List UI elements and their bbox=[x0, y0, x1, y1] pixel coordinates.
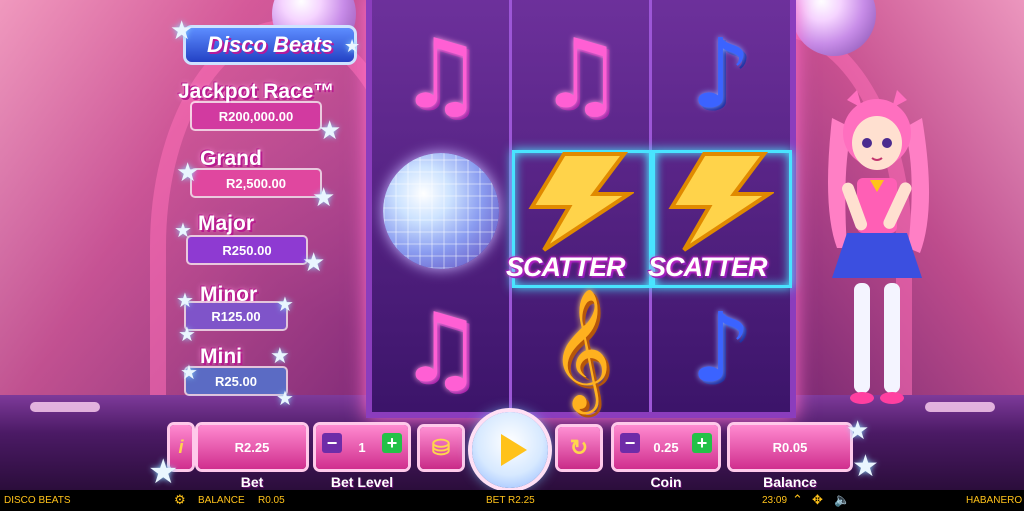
symbol-blue-note: ♪ bbox=[690, 17, 752, 130]
bet-level-plus-button[interactable]: + bbox=[382, 433, 402, 453]
game-logo-text: Disco Beats bbox=[207, 32, 333, 57]
bet-value: R2.25 bbox=[234, 439, 270, 455]
bet-level-label: Bet Level bbox=[330, 474, 394, 490]
bet-level-control: − 1 + bbox=[316, 425, 408, 469]
stage-light bbox=[30, 402, 100, 412]
bet-label: Bet bbox=[240, 474, 264, 490]
status-clock: 23:09 bbox=[762, 495, 788, 506]
symbol-pink-note: ♫ bbox=[397, 17, 485, 130]
scatter-label: SCATTER bbox=[648, 252, 767, 282]
sparkle-star-icon: ★ bbox=[302, 248, 326, 278]
status-bar: DISCO BEATS ⚙ BALANCE R0.05 BET R2.25 23… bbox=[0, 490, 1024, 511]
bet-display: R2.25 bbox=[198, 425, 306, 469]
balance-display: R0.05 bbox=[730, 425, 850, 469]
jackpot-mini-title: Mini bbox=[200, 345, 242, 368]
status-bet: BET R2.25 bbox=[486, 495, 535, 506]
coin-value: 0.25 bbox=[653, 439, 679, 455]
coin-minus-button[interactable]: − bbox=[620, 433, 640, 453]
status-game-name: DISCO BEATS bbox=[4, 495, 71, 506]
status-balance-label: BALANCE bbox=[198, 495, 245, 506]
symbol-pink-note: ♫ bbox=[397, 291, 485, 404]
coin-control: − 0.25 + bbox=[614, 425, 718, 469]
sparkle-star-icon: ★ bbox=[148, 452, 179, 492]
sparkle-star-icon: ★ bbox=[852, 449, 879, 484]
spin-button[interactable] bbox=[472, 412, 548, 488]
game-scene: ♫ ♫ ♫ 𝄞 ♪ ♪ SCATTER SCATTER Disco Beats … bbox=[0, 0, 1024, 511]
sparkle-star-icon: ★ bbox=[276, 386, 294, 410]
sparkle-star-icon: ★ bbox=[846, 416, 870, 446]
sparkle-star-icon: ★ bbox=[170, 16, 194, 46]
disco-girl-character bbox=[828, 90, 930, 404]
jackpot-mini-amount: R25.00 bbox=[186, 368, 286, 394]
status-balance-value: R0.05 bbox=[258, 495, 285, 506]
bet-level-value: 1 bbox=[358, 439, 366, 455]
refresh-icon: ↻ bbox=[569, 435, 589, 460]
play-triangle-icon bbox=[501, 434, 527, 466]
symbol-treble-clef: 𝄞 bbox=[550, 286, 612, 409]
refresh-button[interactable]: ↻ bbox=[558, 427, 600, 469]
reel-area: ♫ ♫ ♫ 𝄞 ♪ ♪ bbox=[372, 0, 792, 412]
scatter-bolt-icon bbox=[668, 152, 774, 252]
fullscreen-icon[interactable]: ✥ bbox=[812, 493, 823, 508]
autoplay-coins-button[interactable]: ⛁ bbox=[420, 427, 462, 469]
symbol-pink-note: ♫ bbox=[537, 17, 625, 130]
coin-plus-button[interactable]: + bbox=[692, 433, 712, 453]
chevron-up-icon[interactable]: ⌃ bbox=[792, 493, 803, 508]
sparkle-star-icon: ★ bbox=[180, 360, 198, 384]
sparkle-star-icon: ★ bbox=[312, 183, 336, 213]
sparkle-star-icon: ★ bbox=[178, 322, 196, 346]
jackpot-grand-amount: R2,500.00 bbox=[192, 170, 320, 196]
sound-icon[interactable]: 🔈 bbox=[834, 493, 850, 508]
status-provider: HABANERO bbox=[966, 495, 1023, 506]
bet-level-minus-button[interactable]: − bbox=[322, 433, 342, 453]
jackpot-race-title: Jackpot Race™ bbox=[178, 80, 335, 103]
game-logo: Disco Beats bbox=[186, 28, 354, 62]
jackpot-minor-amount: R125.00 bbox=[186, 303, 286, 329]
sparkle-star-icon: ★ bbox=[174, 218, 192, 242]
sparkle-star-icon: ★ bbox=[276, 292, 294, 316]
jackpot-grand-title: Grand bbox=[200, 147, 262, 170]
sparkle-star-icon: ★ bbox=[270, 344, 290, 369]
coins-stack-icon: ⛁ bbox=[431, 435, 451, 460]
sparkle-star-icon: ★ bbox=[176, 288, 194, 312]
balance-label: Balance bbox=[763, 474, 817, 490]
settings-gear-icon[interactable]: ⚙ bbox=[174, 493, 186, 508]
balance-value: R0.05 bbox=[772, 439, 808, 455]
jackpot-major-amount: R250.00 bbox=[188, 237, 306, 263]
scatter-label: SCATTER bbox=[506, 252, 625, 282]
scatter-bolt-icon bbox=[528, 152, 634, 252]
sparkle-star-icon: ★ bbox=[176, 158, 200, 188]
sparkle-star-icon: ★ bbox=[344, 36, 361, 57]
jackpot-race-amount: R200,000.00 bbox=[192, 103, 320, 129]
coin-label: Coin bbox=[650, 474, 682, 490]
symbol-disco-ball bbox=[372, 142, 510, 279]
symbol-blue-note: ♪ bbox=[690, 291, 752, 404]
jackpot-major-title: Major bbox=[198, 212, 255, 235]
sparkle-star-icon: ★ bbox=[318, 116, 342, 146]
